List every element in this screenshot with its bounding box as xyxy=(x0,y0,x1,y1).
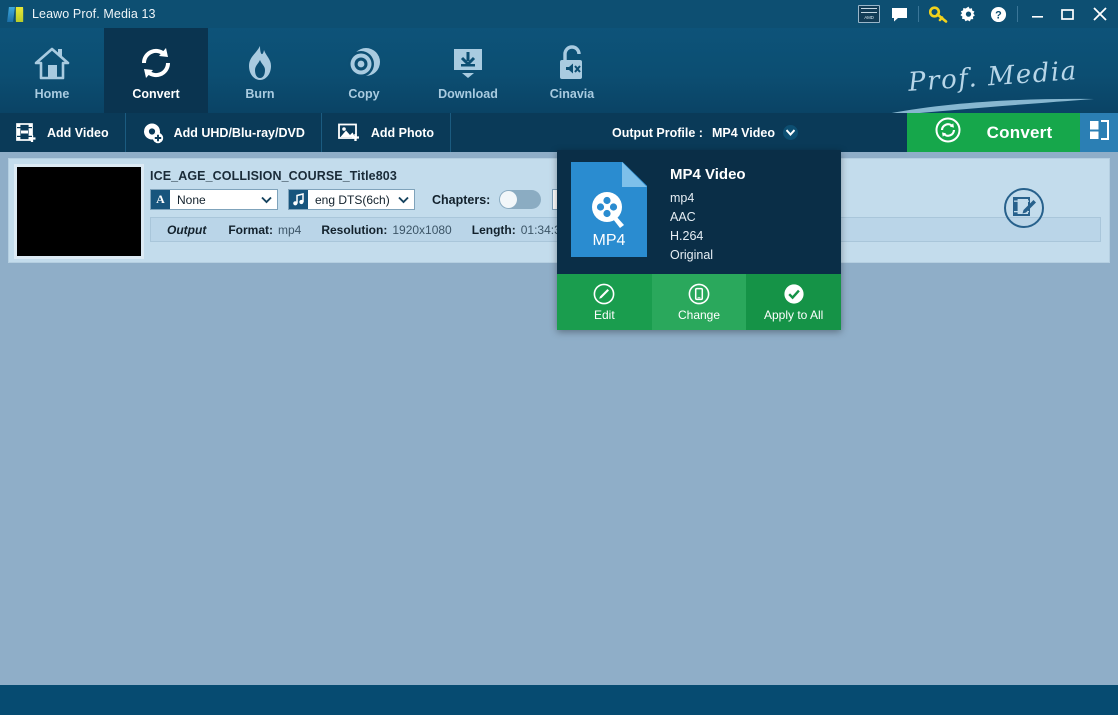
nav-label: Convert xyxy=(132,87,179,101)
divider xyxy=(1017,6,1018,22)
add-disc-label: Add UHD/Blu-ray/DVD xyxy=(174,126,305,140)
flame-icon xyxy=(243,41,277,85)
nav-item-copy[interactable]: Copy xyxy=(312,28,416,113)
minimize-icon[interactable] xyxy=(1022,0,1052,28)
status-bar xyxy=(0,685,1118,715)
profile-change-button[interactable]: Change xyxy=(652,274,747,330)
music-note-icon xyxy=(289,190,308,209)
key-icon[interactable] xyxy=(923,0,953,28)
resolution-value: 1920x1080 xyxy=(392,223,451,237)
film-plus-icon xyxy=(16,122,37,143)
convert-circle-icon xyxy=(935,117,961,148)
help-circle-icon[interactable]: ? xyxy=(983,0,1013,28)
profile-apply-all-button[interactable]: Apply to All xyxy=(746,274,841,330)
convert-button[interactable]: Convert xyxy=(907,113,1080,152)
title-bar-controls: AMD xyxy=(854,0,1118,28)
profile-edit-button[interactable]: Edit xyxy=(557,274,652,330)
download-icon xyxy=(450,41,486,85)
profile-video-codec: H.264 xyxy=(670,227,746,246)
amd-badge-icon[interactable]: AMD xyxy=(854,0,884,28)
profile-popup-title: MP4 Video xyxy=(670,166,746,183)
convert-label: Convert xyxy=(987,123,1053,143)
title-bar: Leawo Prof. Media 13 AMD xyxy=(0,0,1118,28)
brand-text: Prof. Media xyxy=(907,56,1078,98)
pencil-circle-icon xyxy=(593,283,615,305)
photo-plus-icon xyxy=(338,122,361,143)
profile-edit-label: Edit xyxy=(594,308,615,322)
subtitle-select[interactable]: A None xyxy=(150,189,278,210)
nav-item-home[interactable]: Home xyxy=(0,28,104,113)
video-thumbnail[interactable] xyxy=(14,164,144,259)
window-title: Leawo Prof. Media 13 xyxy=(32,7,156,21)
check-circle-icon xyxy=(783,283,805,305)
profile-apply-all-label: Apply to All xyxy=(764,308,823,322)
chevron-down-icon[interactable] xyxy=(392,196,414,204)
leawo-logo-icon xyxy=(8,7,25,22)
disc-icon xyxy=(346,41,382,85)
nav-label: Download xyxy=(438,87,498,101)
unlock-mute-icon xyxy=(555,41,589,85)
profile-format: mp4 xyxy=(670,189,746,208)
nav-label: Copy xyxy=(348,87,379,101)
profile-popup-info: MP4 Video mp4 AAC H.264 Original xyxy=(647,162,746,274)
subtitle-value: None xyxy=(170,193,255,207)
resolution-key: Resolution: xyxy=(321,223,387,237)
application-window: Leawo Prof. Media 13 AMD xyxy=(0,0,1118,715)
film-edit-icon xyxy=(1003,187,1045,234)
profile-popup-body: MP4 MP4 Video mp4 AAC H.264 Original xyxy=(557,150,841,274)
length-key: Length: xyxy=(472,223,516,237)
panel-layout-icon xyxy=(1089,120,1109,145)
close-icon[interactable] xyxy=(1082,0,1118,28)
output-word: Output xyxy=(167,223,206,237)
add-disc-button[interactable]: Add UHD/Blu-ray/DVD xyxy=(126,113,321,152)
chevron-down-icon[interactable] xyxy=(783,125,798,140)
chat-bubble-icon[interactable] xyxy=(884,0,914,28)
divider xyxy=(918,6,919,22)
profile-change-label: Change xyxy=(678,308,720,322)
svg-text:?: ? xyxy=(995,9,1002,21)
nav-item-burn[interactable]: Burn xyxy=(208,28,312,113)
mp4-label: MP4 xyxy=(571,232,647,250)
add-photo-button[interactable]: Add Photo xyxy=(322,113,450,152)
home-icon xyxy=(33,41,71,85)
nav-item-cinavia[interactable]: Cinavia xyxy=(520,28,624,113)
gear-icon[interactable] xyxy=(953,0,983,28)
nav-label: Cinavia xyxy=(550,87,594,101)
profile-popup: MP4 MP4 Video mp4 AAC H.264 Original Edi… xyxy=(557,150,841,330)
nav-item-convert[interactable]: Convert xyxy=(104,28,208,113)
convert-refresh-icon xyxy=(138,41,174,85)
action-toolbar: Add Video Add UHD/Blu-ray/DVD xyxy=(0,113,1118,152)
nav-item-download[interactable]: Download xyxy=(416,28,520,113)
profile-quality: Original xyxy=(670,246,746,265)
device-circle-icon xyxy=(688,283,710,305)
output-profile-value: MP4 Video xyxy=(712,126,775,140)
output-profile-label: Output Profile : xyxy=(612,126,703,140)
output-profile-selector[interactable]: Output Profile : MP4 Video xyxy=(612,113,798,152)
profile-popup-actions: Edit Change xyxy=(557,274,841,330)
subtitle-a-icon: A xyxy=(151,190,170,209)
format-value: mp4 xyxy=(278,223,301,237)
nav-label: Home xyxy=(35,87,70,101)
panel-toggle-button[interactable] xyxy=(1080,113,1118,152)
disc-plus-icon xyxy=(142,122,164,144)
chapters-toggle[interactable] xyxy=(499,190,541,209)
add-video-button[interactable]: Add Video xyxy=(0,113,125,152)
audio-select[interactable]: eng DTS(6ch) xyxy=(288,189,415,210)
nav-label: Burn xyxy=(245,87,274,101)
maximize-icon[interactable] xyxy=(1052,0,1082,28)
main-navigation: Home Convert Burn xyxy=(0,28,1118,113)
mp4-file-icon: MP4 xyxy=(571,162,647,257)
profile-audio-codec: AAC xyxy=(670,208,746,227)
format-key: Format: xyxy=(228,223,273,237)
add-photo-label: Add Photo xyxy=(371,126,434,140)
media-edit-button[interactable] xyxy=(939,159,1109,262)
divider xyxy=(450,113,451,152)
audio-value: eng DTS(6ch) xyxy=(308,193,392,207)
chapters-label: Chapters: xyxy=(432,193,490,207)
brand-logo: Prof. Media xyxy=(866,62,1096,120)
chevron-down-icon[interactable] xyxy=(255,196,277,204)
add-video-label: Add Video xyxy=(47,126,109,140)
